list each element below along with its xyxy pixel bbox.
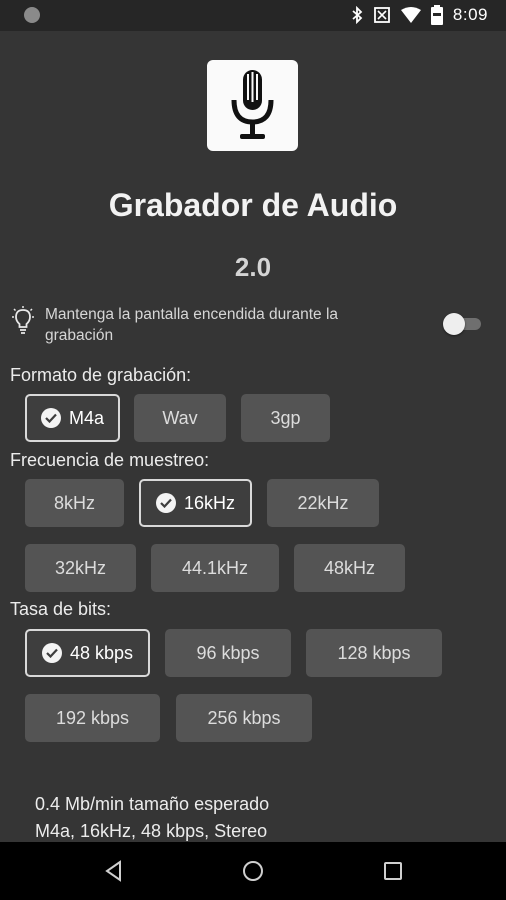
navigation-bar xyxy=(0,842,506,900)
app-logo xyxy=(207,60,298,151)
bitrate-option-48[interactable]: 48 kbps xyxy=(25,629,150,677)
format-label: Formato de grabación: xyxy=(10,365,192,385)
chip-label: 128 kbps xyxy=(337,642,411,663)
chip-label: 48kHz xyxy=(323,557,376,578)
chip-label: 8kHz xyxy=(53,492,95,513)
status-bar: 8:09 xyxy=(0,0,506,31)
notification-dot-icon xyxy=(24,7,40,23)
chip-label: 32kHz xyxy=(54,557,107,578)
sample-rate-label: Frecuencia de muestreo: xyxy=(10,450,210,470)
sample-rate-option-48khz[interactable]: 48kHz xyxy=(294,544,405,592)
app-title: Grabador de Audio xyxy=(108,187,398,223)
clock: 8:09 xyxy=(452,5,488,24)
sample-rate-option-8khz[interactable]: 8kHz xyxy=(25,479,124,527)
check-circle-icon xyxy=(41,643,62,663)
sample-rate-option-44khz[interactable]: 44.1kHz xyxy=(151,544,279,592)
chip-label: 48 kbps xyxy=(69,642,134,663)
chip-label: 96 kbps xyxy=(196,642,260,663)
microphone-icon xyxy=(231,70,274,139)
bluetooth-icon xyxy=(352,6,363,24)
bitrate-label: Tasa de bits: xyxy=(10,599,112,619)
chip-label: 192 kbps xyxy=(55,707,130,728)
chip-label: 256 kbps xyxy=(207,707,281,728)
expected-size-text: 0.4 Mb/min tamaño esperado xyxy=(35,794,270,814)
app-version: 2.0 xyxy=(234,252,272,282)
bitrate-option-128[interactable]: 128 kbps xyxy=(306,629,442,677)
sample-rate-option-32khz[interactable]: 32kHz xyxy=(25,544,136,592)
format-option-3gp[interactable]: 3gp xyxy=(241,394,330,442)
check-circle-icon xyxy=(155,493,176,513)
wifi-icon xyxy=(400,7,421,23)
chip-label: 44.1kHz xyxy=(181,557,249,578)
back-icon[interactable] xyxy=(102,859,126,883)
chip-label: 3gp xyxy=(270,407,301,428)
lightbulb-icon xyxy=(12,306,34,334)
recents-icon[interactable] xyxy=(381,859,405,883)
chip-label: 16kHz xyxy=(183,492,236,513)
chip-label: 22kHz xyxy=(297,492,349,513)
format-option-m4a[interactable]: M4a xyxy=(25,394,120,442)
sample-rate-option-22khz[interactable]: 22kHz xyxy=(267,479,379,527)
settings-summary-text: M4a, 16kHz, 48 kbps, Stereo xyxy=(35,821,268,841)
toggle-thumb xyxy=(443,313,465,335)
keep-screen-on-setting[interactable]: Mantenga la pantalla encendida durante l… xyxy=(10,302,496,346)
bitrate-option-192[interactable]: 192 kbps xyxy=(25,694,160,742)
keep-screen-on-toggle[interactable] xyxy=(443,313,481,335)
format-option-wav[interactable]: Wav xyxy=(134,394,226,442)
keep-screen-on-label: Mantenga la pantalla encendida durante l… xyxy=(45,306,339,344)
battery-icon xyxy=(430,5,443,25)
bitrate-option-256[interactable]: 256 kbps xyxy=(176,694,312,742)
bitrate-option-96[interactable]: 96 kbps xyxy=(165,629,291,677)
check-circle-icon xyxy=(40,408,61,428)
sample-rate-option-16khz[interactable]: 16kHz xyxy=(139,479,252,527)
home-icon[interactable] xyxy=(241,859,265,883)
chip-label: Wav xyxy=(162,407,198,428)
vibrate-icon xyxy=(374,7,390,23)
chip-label: M4a xyxy=(68,407,104,428)
status-icons: 8:09 xyxy=(351,5,488,25)
